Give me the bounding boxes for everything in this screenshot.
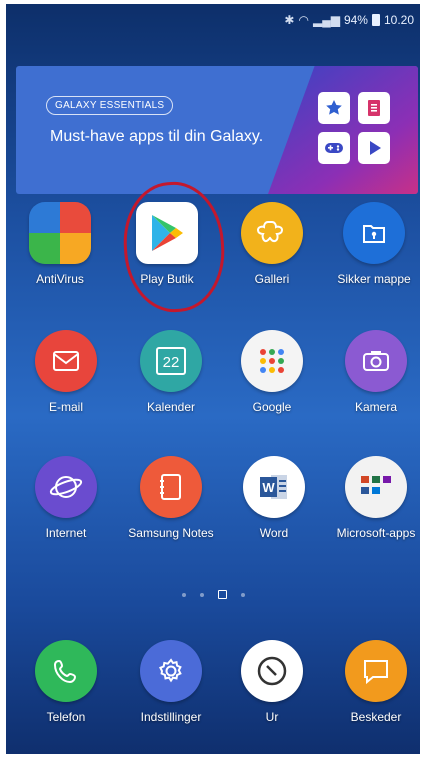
email-icon	[35, 330, 97, 392]
app-kamera[interactable]: Kamera	[328, 330, 420, 415]
dock-indstillinger[interactable]: Indstillinger	[123, 640, 219, 725]
app-internet[interactable]: Internet	[18, 456, 114, 541]
app-antivirus[interactable]: AntiVirus	[12, 202, 108, 287]
messages-icon	[345, 640, 407, 702]
bluetooth-icon: ✱	[284, 13, 295, 27]
internet-icon	[35, 456, 97, 518]
star-icon	[318, 92, 350, 124]
secure-folder-icon	[343, 202, 405, 264]
wifi-icon: ◠	[298, 13, 309, 27]
page-indicator[interactable]	[6, 590, 420, 599]
google-folder-icon	[241, 330, 303, 392]
clock-text: 10.20	[383, 13, 414, 27]
app-label: Sikker mappe	[337, 272, 411, 286]
page-dot-active[interactable]	[217, 590, 227, 599]
phone-icon	[35, 640, 97, 702]
app-label: Google	[252, 400, 292, 414]
app-label: Kamera	[354, 400, 398, 414]
page-dot[interactable]	[240, 592, 245, 597]
clock-icon	[241, 640, 303, 702]
dock-ur[interactable]: Ur	[224, 640, 320, 725]
signal-icon: ▂▄▆	[312, 13, 340, 27]
app-label: AntiVirus	[36, 272, 84, 286]
app-label: Word	[259, 526, 289, 540]
gamepad-icon	[318, 132, 350, 164]
page-dot[interactable]	[181, 592, 186, 597]
app-label: Microsoft-apps	[336, 526, 416, 540]
app-label: Galleri	[254, 272, 290, 286]
app-label: Kalender	[146, 400, 196, 414]
app-sikker-mappe[interactable]: Sikker mappe	[326, 202, 420, 287]
banner-tiles	[318, 92, 394, 164]
book-icon	[358, 92, 390, 124]
app-email[interactable]: E-mail	[18, 330, 114, 415]
video-play-icon	[358, 132, 390, 164]
page-dot[interactable]	[199, 592, 204, 597]
red-circle-annotation	[119, 178, 229, 316]
app-word[interactable]: W Word	[226, 456, 322, 541]
word-icon: W	[243, 456, 305, 518]
app-label: Internet	[45, 526, 87, 540]
app-kalender[interactable]: 22 Kalender	[123, 330, 219, 415]
notes-icon	[140, 456, 202, 518]
battery-percent: 94%	[343, 13, 368, 27]
app-label: Ur	[265, 710, 279, 724]
status-bar: ✱ ◠ ▂▄▆ 94% 10.20	[6, 4, 420, 36]
app-samsung-notes[interactable]: Samsung Notes	[123, 456, 219, 541]
settings-icon	[140, 640, 202, 702]
banner-headline: Must-have apps til din Galaxy.	[50, 128, 264, 145]
battery-icon	[371, 14, 380, 26]
app-label: Indstillinger	[140, 710, 202, 724]
svg-text:W: W	[262, 480, 275, 495]
microsoft-folder-icon	[345, 456, 407, 518]
app-label: E-mail	[48, 400, 83, 414]
gallery-icon	[241, 202, 303, 264]
galaxy-essentials-banner[interactable]: GALAXY ESSENTIALS Must-have apps til din…	[16, 66, 418, 194]
app-label: Beskeder	[350, 710, 402, 724]
dock-telefon[interactable]: Telefon	[18, 640, 114, 725]
home-screen: ✱ ◠ ▂▄▆ 94% 10.20 GALAXY ESSENTIALS Must…	[6, 4, 420, 754]
antivirus-icon	[29, 202, 91, 264]
app-label: Telefon	[46, 710, 86, 724]
app-microsoft-folder[interactable]: Microsoft-apps	[328, 456, 420, 541]
app-label: Samsung Notes	[128, 526, 214, 540]
app-google-folder[interactable]: Google	[224, 330, 320, 415]
calendar-icon: 22	[140, 330, 202, 392]
banner-tag: GALAXY ESSENTIALS	[46, 96, 174, 115]
dock-beskeder[interactable]: Beskeder	[328, 640, 420, 725]
app-galleri[interactable]: Galleri	[224, 202, 320, 287]
calendar-day: 22	[156, 347, 186, 375]
camera-icon	[345, 330, 407, 392]
